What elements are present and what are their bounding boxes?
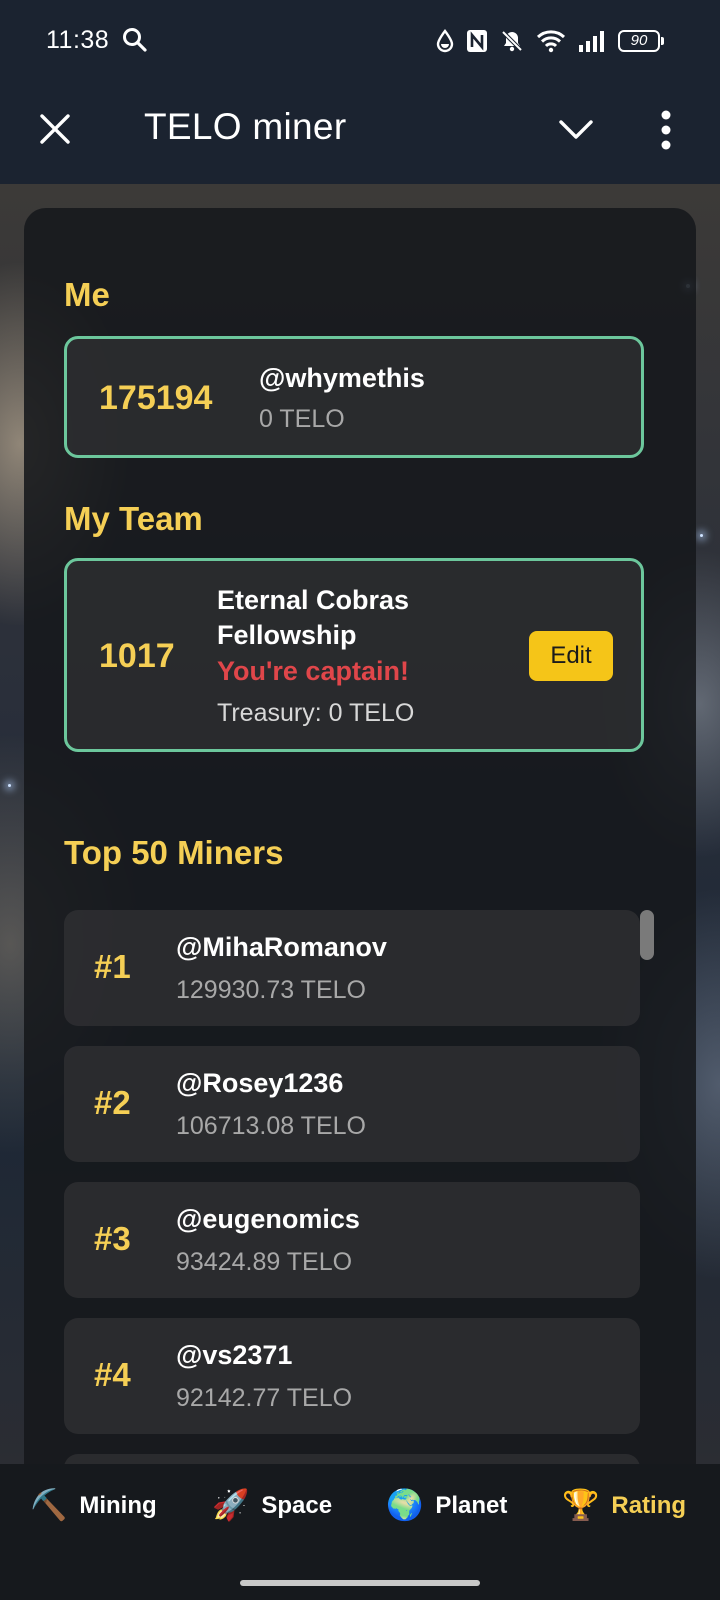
more-vertical-icon[interactable] — [660, 110, 672, 150]
nav-label: Rating — [611, 1492, 687, 1519]
home-indicator[interactable] — [240, 1580, 480, 1586]
miner-rank: #3 — [94, 1220, 131, 1257]
list-item[interactable] — [64, 1454, 640, 1464]
status-time: 11:38 — [46, 26, 110, 54]
page-title: TELO miner — [144, 106, 347, 147]
miner-value: 129930.73 TELO — [176, 976, 366, 1004]
status-icons: 90 — [436, 26, 664, 56]
miner-name: @eugenomics — [176, 1204, 360, 1234]
status-bar: 11:38 90 — [0, 0, 720, 82]
nav-item-rating[interactable]: 🏆 Rating — [562, 1486, 686, 1526]
team-section-title: My Team — [64, 500, 203, 537]
miner-rank: #1 — [94, 948, 131, 985]
list-scrollbar[interactable] — [640, 910, 654, 1464]
nfc-icon — [467, 30, 487, 52]
close-icon[interactable] — [38, 112, 72, 146]
miner-name: @vs2371 — [176, 1340, 293, 1370]
captain-label: You're captain! — [217, 656, 409, 686]
nav-item-mining[interactable]: ⛏️ Mining — [30, 1486, 157, 1526]
star — [8, 784, 11, 787]
me-balance: 0 TELO — [259, 405, 345, 433]
drop-icon — [436, 29, 454, 53]
wifi-icon — [536, 30, 566, 53]
team-card: 1017 Eternal Cobras Fellowship You're ca… — [64, 558, 644, 752]
screen: 11:38 90 TELO miner Me 175194 @whymethis… — [0, 0, 720, 1600]
me-rank: 175194 — [99, 379, 213, 417]
signal-icon — [579, 31, 604, 52]
team-name-line1: Eternal Cobras — [217, 585, 410, 615]
miner-rank: #4 — [94, 1356, 131, 1393]
me-section-title: Me — [64, 276, 110, 313]
miner-value: 92142.77 TELO — [176, 1384, 353, 1412]
list-item[interactable]: #3 @eugenomics 93424.89 TELO — [64, 1182, 640, 1298]
miner-rank: #2 — [94, 1084, 131, 1121]
bottom-nav: ⛏️ Mining 🚀 Space 🌍 Planet 🏆 Rating — [0, 1464, 720, 1600]
nav-item-space[interactable]: 🚀 Space — [212, 1486, 332, 1526]
battery-icon: 90 — [618, 30, 664, 52]
miner-name: @Rosey1236 — [176, 1068, 344, 1098]
battery-level: 90 — [630, 32, 648, 49]
nav-label: Mining — [79, 1492, 157, 1519]
search-icon — [123, 28, 147, 52]
trophy-icon: 🏆 — [562, 1489, 600, 1522]
miner-value: 93424.89 TELO — [176, 1248, 353, 1276]
list-item[interactable]: #4 @vs2371 92142.77 TELO — [64, 1318, 640, 1434]
team-rank: 1017 — [99, 637, 175, 675]
edit-team-button[interactable]: Edit — [529, 631, 613, 681]
rocket-icon: 🚀 — [212, 1489, 250, 1522]
globe-icon: 🌍 — [386, 1489, 424, 1522]
star — [700, 534, 703, 537]
me-username: @whymethis — [259, 363, 425, 393]
top-miners-list[interactable]: #1 @MihaRomanov 129930.73 TELO #2 @Rosey… — [64, 910, 648, 1464]
me-card: 175194 @whymethis 0 TELO — [64, 336, 644, 458]
team-treasury: Treasury: 0 TELO — [217, 699, 415, 727]
nav-label: Planet — [435, 1492, 508, 1519]
top-miners-title: Top 50 Miners — [64, 834, 284, 871]
list-item[interactable]: #2 @Rosey1236 106713.08 TELO — [64, 1046, 640, 1162]
app-header: TELO miner — [0, 82, 720, 184]
team-name-line2: Fellowship — [217, 620, 357, 650]
bell-off-icon — [501, 30, 523, 52]
chevron-down-icon[interactable] — [558, 116, 594, 142]
nav-label: Space — [261, 1492, 333, 1519]
miner-value: 106713.08 TELO — [176, 1112, 366, 1140]
nav-item-planet[interactable]: 🌍 Planet — [386, 1486, 507, 1526]
miner-name: @MihaRomanov — [176, 932, 387, 962]
pickaxe-icon: ⛏️ — [30, 1489, 68, 1522]
list-item[interactable]: #1 @MihaRomanov 129930.73 TELO — [64, 910, 640, 1026]
scroll-thumb[interactable] — [640, 910, 654, 960]
